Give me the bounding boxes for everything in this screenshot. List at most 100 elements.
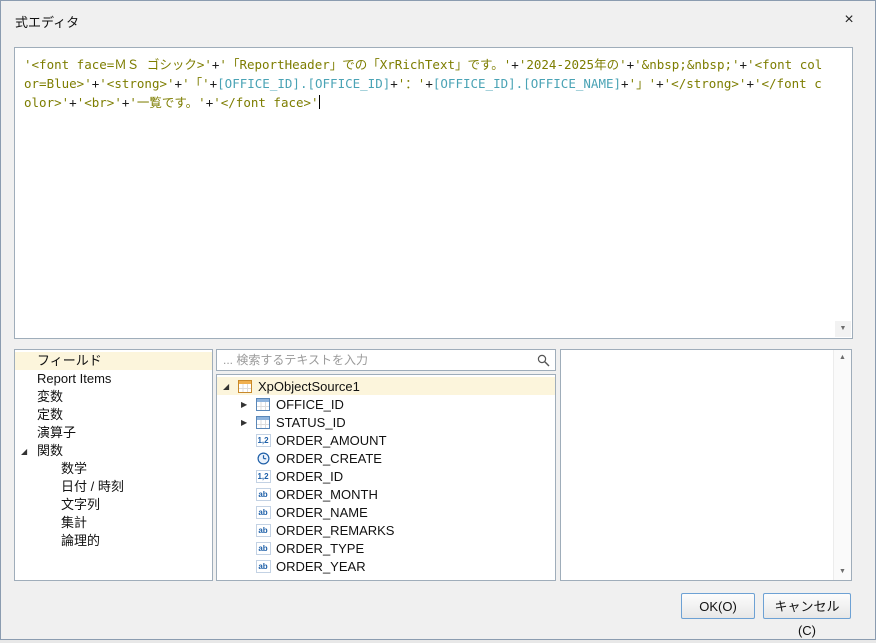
category-item-string[interactable]: 文字列 xyxy=(15,496,212,514)
expression-token: + xyxy=(425,76,433,91)
expression-token: + xyxy=(746,76,754,91)
category-label: 文字列 xyxy=(61,497,100,512)
search-icon xyxy=(537,354,550,367)
expression-token: '「ReportHeader」での「XrRichText」です。' xyxy=(219,57,511,72)
category-label: 変数 xyxy=(37,389,63,404)
tree-item-label: OFFICE_ID xyxy=(276,397,344,412)
tree-item-label: ORDER_MONTH xyxy=(276,487,378,502)
category-item-operators[interactable]: 演算子 xyxy=(15,424,212,442)
category-label: 日付 / 時刻 xyxy=(61,479,124,494)
category-label: 集計 xyxy=(61,515,87,530)
expand-icon[interactable]: ◢ xyxy=(223,382,237,391)
expression-token: + xyxy=(511,57,519,72)
tree-item-label: XpObjectSource1 xyxy=(258,379,360,394)
tree-item-label: ORDER_NAME xyxy=(276,505,368,520)
category-item-constants[interactable]: 定数 xyxy=(15,406,212,424)
scroll-down-icon[interactable]: ▼ xyxy=(834,564,851,580)
datasource-icon xyxy=(237,379,253,393)
datetime-icon xyxy=(255,451,271,465)
tree-item-label: STATUS_ID xyxy=(276,415,346,430)
expression-token: + xyxy=(69,95,77,110)
detail-panel: ▲ ▼ xyxy=(560,349,852,581)
text-icon: ab xyxy=(255,505,271,519)
field-search xyxy=(216,349,556,371)
tree-item-order-create[interactable]: ORDER_CREATE xyxy=(217,449,555,467)
expression-token: '<br>' xyxy=(77,95,122,110)
tree-item-order-name[interactable]: ab ORDER_NAME xyxy=(217,503,555,521)
expression-editor-dialog: 式エディタ × '<font face=ＭＳ ゴシック>'+'「ReportHe… xyxy=(0,0,876,640)
category-label: 数学 xyxy=(61,461,87,476)
text-icon: ab xyxy=(255,523,271,537)
text-cursor xyxy=(319,95,320,109)
tree-item-status-id[interactable]: ▶ STATUS_ID xyxy=(217,413,555,431)
tree-item-label: ORDER_TYPE xyxy=(276,541,364,556)
field-reference: [OFFICE_ID].[OFFICE_NAME] xyxy=(433,76,621,91)
category-label: 関数 xyxy=(37,443,63,458)
tree-item-order-type[interactable]: ab ORDER_TYPE xyxy=(217,539,555,557)
expression-input[interactable]: '<font face=ＭＳ ゴシック>'+'「ReportHeader」での「… xyxy=(24,55,828,314)
expression-token: '：' xyxy=(398,76,426,91)
expression-token: '2024-2025年の' xyxy=(519,57,627,72)
category-item-aggregate[interactable]: 集計 xyxy=(15,514,212,532)
expression-token: '一覧です。' xyxy=(129,95,205,110)
expression-token: '<strong>' xyxy=(99,76,174,91)
category-item-variables[interactable]: 変数 xyxy=(15,388,212,406)
category-item-logical[interactable]: 論理的 xyxy=(15,532,212,550)
expression-editor: '<font face=ＭＳ ゴシック>'+'「ReportHeader」での「… xyxy=(14,47,853,339)
category-label: 論理的 xyxy=(61,533,100,548)
number-icon: 1,2 xyxy=(255,433,271,447)
category-label: 定数 xyxy=(37,407,63,422)
expand-icon[interactable]: ◢ xyxy=(21,443,27,461)
category-item-report-items[interactable]: Report Items xyxy=(15,370,212,388)
expression-token: '「' xyxy=(182,76,210,91)
expression-token: + xyxy=(740,57,748,72)
expression-token: '</strong>' xyxy=(664,76,747,91)
category-item-functions[interactable]: ◢ 関数 xyxy=(15,442,212,460)
tree-item-label: ORDER_REMARKS xyxy=(276,523,394,538)
scroll-down-icon[interactable]: ▼ xyxy=(835,321,851,337)
expression-token: '」' xyxy=(629,76,657,91)
scroll-up-icon[interactable]: ▲ xyxy=(834,350,851,366)
tree-item-order-id[interactable]: 1,2 ORDER_ID xyxy=(217,467,555,485)
category-label: Report Items xyxy=(37,371,111,386)
title-bar: 式エディタ × xyxy=(1,1,875,41)
expression-token: '</font face>' xyxy=(213,95,318,110)
collapse-icon[interactable]: ▶ xyxy=(241,400,255,409)
category-label: フィールド xyxy=(37,353,102,368)
category-item-fields[interactable]: フィールド xyxy=(15,352,212,370)
tree-item-label: ORDER_AMOUNT xyxy=(276,433,387,448)
text-icon: ab xyxy=(255,487,271,501)
table-icon xyxy=(255,397,271,411)
text-icon: ab xyxy=(255,559,271,573)
collapse-icon[interactable]: ▶ xyxy=(241,418,255,427)
detail-scrollbar[interactable]: ▲ ▼ xyxy=(833,350,851,580)
tree-item-order-remarks[interactable]: ab ORDER_REMARKS xyxy=(217,521,555,539)
tree-item-datasource[interactable]: ◢ XpObjectSource1 xyxy=(217,377,555,395)
category-list: フィールド Report Items 変数 定数 演算子 ◢ 関数 数学 日付 /… xyxy=(14,349,213,581)
field-reference: [OFFICE_ID].[OFFICE_ID] xyxy=(217,76,390,91)
expression-token: '<font face=ＭＳ ゴシック>' xyxy=(24,57,212,72)
category-item-math[interactable]: 数学 xyxy=(15,460,212,478)
tree-item-order-amount[interactable]: 1,2 ORDER_AMOUNT xyxy=(217,431,555,449)
expression-token: + xyxy=(175,76,183,91)
text-icon: ab xyxy=(255,541,271,555)
close-icon[interactable]: × xyxy=(837,8,861,32)
tree-item-label: ORDER_YEAR xyxy=(276,559,366,574)
expression-token: + xyxy=(621,76,629,91)
tree-item-office-id[interactable]: ▶ OFFICE_ID xyxy=(217,395,555,413)
category-item-datetime[interactable]: 日付 / 時刻 xyxy=(15,478,212,496)
tree-item-order-year[interactable]: ab ORDER_YEAR xyxy=(217,557,555,575)
expression-token: '&nbsp;&nbsp;' xyxy=(634,57,739,72)
cancel-button[interactable]: キャンセル(C) xyxy=(763,593,851,619)
tree-item-label: ORDER_ID xyxy=(276,469,343,484)
ok-button[interactable]: OK(O) xyxy=(681,593,755,619)
field-tree: ◢ XpObjectSource1 ▶ OFFICE_ID ▶ STATUS_I… xyxy=(216,374,556,581)
expression-token: + xyxy=(390,76,398,91)
search-input[interactable] xyxy=(217,350,541,370)
dialog-title: 式エディタ xyxy=(15,12,79,31)
tree-item-order-month[interactable]: ab ORDER_MONTH xyxy=(217,485,555,503)
expression-token: + xyxy=(656,76,664,91)
number-icon: 1,2 xyxy=(255,469,271,483)
table-icon xyxy=(255,415,271,429)
tree-item-label: ORDER_CREATE xyxy=(276,451,382,466)
